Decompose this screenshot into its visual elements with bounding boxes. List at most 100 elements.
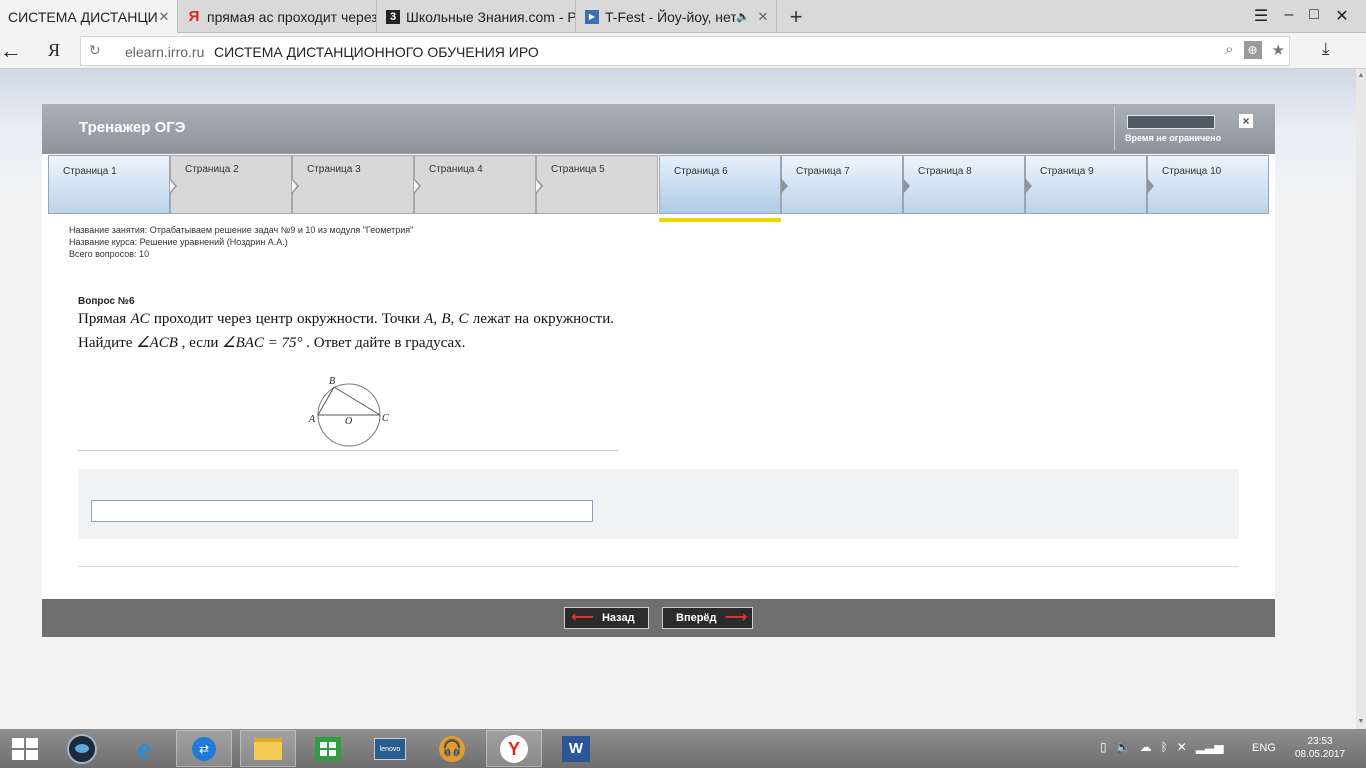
forward-button[interactable]: Вперёд ⟶ (662, 607, 753, 629)
page-tab-1[interactable]: Страница 1 (48, 155, 170, 214)
browser-tab-yandex-search[interactable]: Я прямая ас проходит через ц (179, 0, 377, 33)
teamviewer-icon[interactable]: ⇄ (176, 730, 232, 767)
q-part: , (450, 311, 459, 327)
q-line-ac: AC (130, 311, 150, 327)
minimize-icon[interactable]: – (1278, 6, 1300, 24)
timer-bar (1127, 115, 1215, 129)
page-tab-9[interactable]: Страница 9 (1025, 155, 1147, 214)
lesson-name: Название занятия: Отрабатываем решение з… (69, 225, 414, 235)
page-tab-label: Страница 10 (1162, 166, 1222, 177)
back-label: Назад (601, 612, 635, 624)
eye-app-icon[interactable] (54, 730, 110, 767)
scrollbar[interactable]: ▲ ▼ (1356, 69, 1366, 729)
search-icon[interactable]: ⌕ (1225, 41, 1233, 59)
address-bar: ← Я ↻ elearn.irro.ru СИСТЕМА ДИСТАНЦИОНН… (0, 33, 1366, 69)
tablet-icon[interactable]: ▯ (1100, 740, 1107, 754)
label-a: A (308, 414, 316, 425)
bookmark-star-icon[interactable]: ★ (1272, 41, 1285, 59)
page-tab-6[interactable]: Страница 6 (659, 155, 781, 214)
left-arrow-icon: ⟵ (571, 609, 594, 626)
lenovo-icon[interactable]: lenovo (362, 730, 418, 767)
page-arrow-icon (1147, 178, 1154, 194)
tab-title: СИСТЕМА ДИСТАНЦИОНН (8, 8, 157, 25)
page-arrow-inner (414, 180, 419, 192)
clock-time: 23:53 (1307, 736, 1333, 747)
answer-panel (78, 469, 1239, 539)
tab-close-icon[interactable]: ✕ (756, 9, 770, 25)
file-explorer-icon[interactable] (240, 730, 296, 767)
page-tab-label: Страница 6 (674, 166, 728, 177)
lesson-meta: Название занятия: Отрабатываем решение з… (69, 224, 413, 260)
tab-title: T-Fest - Йоу-йоу, нету (605, 8, 737, 25)
chord-ab (317, 386, 335, 416)
current-page-indicator (659, 218, 781, 222)
internet-explorer-icon[interactable]: e (116, 730, 172, 767)
q-part: проходит через центр окружности. Точки (149, 311, 425, 327)
maximize-icon[interactable]: □ (1303, 6, 1325, 24)
menu-icon[interactable]: ☰ (1250, 6, 1272, 26)
page-tab-3[interactable]: Страница 3 (292, 155, 414, 214)
page-tab-10[interactable]: Страница 10 (1147, 155, 1269, 214)
browser-tab-znanija[interactable]: 3 Школьные Знания.com - Ре (378, 0, 576, 33)
page-arrow-icon (1025, 178, 1032, 194)
page-tab-2[interactable]: Страница 2 (170, 155, 292, 214)
clock-date: 08.05.2017 (1294, 749, 1346, 760)
question-count: Всего вопросов: 10 (69, 249, 150, 259)
tab-close-icon[interactable]: ✕ (157, 9, 171, 25)
app-header: Тренажер ОГЭ Время не ограничено × (42, 104, 1275, 154)
bluetooth-icon[interactable]: ᛒ (1161, 740, 1168, 754)
window-close-icon[interactable]: ✕ (1331, 6, 1353, 26)
scroll-down-icon[interactable]: ▼ (1356, 717, 1366, 727)
page-tab-5[interactable]: Страница 5 (536, 155, 658, 214)
clock[interactable]: 23:53 08.05.2017 (1294, 735, 1346, 761)
page-tab-label: Страница 1 (63, 166, 117, 177)
back-button[interactable]: ⟵ Назад (564, 607, 649, 629)
chord-bc (333, 386, 381, 416)
lenovo-text: lenovo (374, 737, 406, 760)
start-icon[interactable] (12, 738, 38, 760)
back-arrow-icon[interactable]: ← (0, 38, 22, 64)
word-icon[interactable]: W (548, 730, 604, 767)
page-arrow-icon (781, 178, 788, 194)
language-indicator[interactable]: ENG (1252, 742, 1276, 754)
course-name: Название курса: Решение уравнений (Ноздр… (69, 237, 288, 247)
music-icon[interactable]: 🎧 (424, 730, 480, 767)
q-part: , если (177, 335, 223, 351)
network-warning-icon[interactable]: ✕ (1177, 740, 1187, 754)
answer-input[interactable] (91, 500, 593, 522)
signal-icon[interactable]: ▂▃▅ (1196, 740, 1224, 754)
store-icon[interactable] (300, 730, 356, 767)
yandex-logo[interactable]: Я (48, 40, 60, 61)
browser-tab-video[interactable]: ▶ T-Fest - Йоу-йоу, нету 🔈 ✕ (577, 0, 777, 33)
page-arrow-inner (536, 180, 541, 192)
page-tab-label: Страница 4 (429, 164, 483, 175)
close-trainer-button[interactable]: × (1239, 114, 1253, 128)
timer-label: Время не ограничено (1125, 133, 1222, 143)
cloud-icon[interactable]: ☁ (1140, 740, 1152, 754)
reload-icon[interactable]: ↻ (89, 42, 101, 59)
page-tab-7[interactable]: Страница 7 (781, 155, 903, 214)
url-field[interactable]: ↻ elearn.irro.ru СИСТЕМА ДИСТАНЦИОННОГО … (80, 36, 1290, 66)
tab-title: прямая ас проходит через ц (207, 8, 376, 25)
new-tab-button[interactable]: + (786, 4, 806, 30)
page-tab-label: Страница 3 (307, 164, 361, 175)
page-tab-4[interactable]: Страница 4 (414, 155, 536, 214)
browser-tab-active[interactable]: СИСТЕМА ДИСТАНЦИОНН ✕ (0, 0, 178, 33)
protect-icon[interactable]: ⊕ (1243, 41, 1262, 59)
question-text: Прямая AC проходит через центр окружност… (78, 307, 614, 355)
system-tray: ▯ 🔈 ☁ ᛒ ✕ ▂▃▅ (1100, 740, 1224, 754)
page-navigation: Страница 1 Страница 2 Страница 3 Страниц… (48, 155, 1269, 214)
bottom-divider (78, 566, 1239, 567)
circle-diagram: B A O C (308, 376, 389, 447)
q-point-b: B (441, 311, 451, 327)
download-icon[interactable]: ⤓ (1322, 39, 1330, 59)
znanija-icon: 3 (386, 9, 400, 24)
yandex-browser-icon[interactable]: Y (486, 730, 542, 767)
page-tab-label: Страница 8 (918, 166, 972, 177)
volume-icon[interactable]: 🔈 (1116, 740, 1131, 754)
taskbar: e ⇄ lenovo 🎧 Y W ▯ 🔈 ☁ ᛒ ✕ ▂▃▅ ENG 23:53… (0, 729, 1366, 768)
scroll-up-icon[interactable]: ▲ (1356, 71, 1366, 81)
label-c: C (382, 413, 389, 424)
page-tab-8[interactable]: Страница 8 (903, 155, 1025, 214)
q-part: . Ответ дайте в градусах. (302, 335, 466, 351)
